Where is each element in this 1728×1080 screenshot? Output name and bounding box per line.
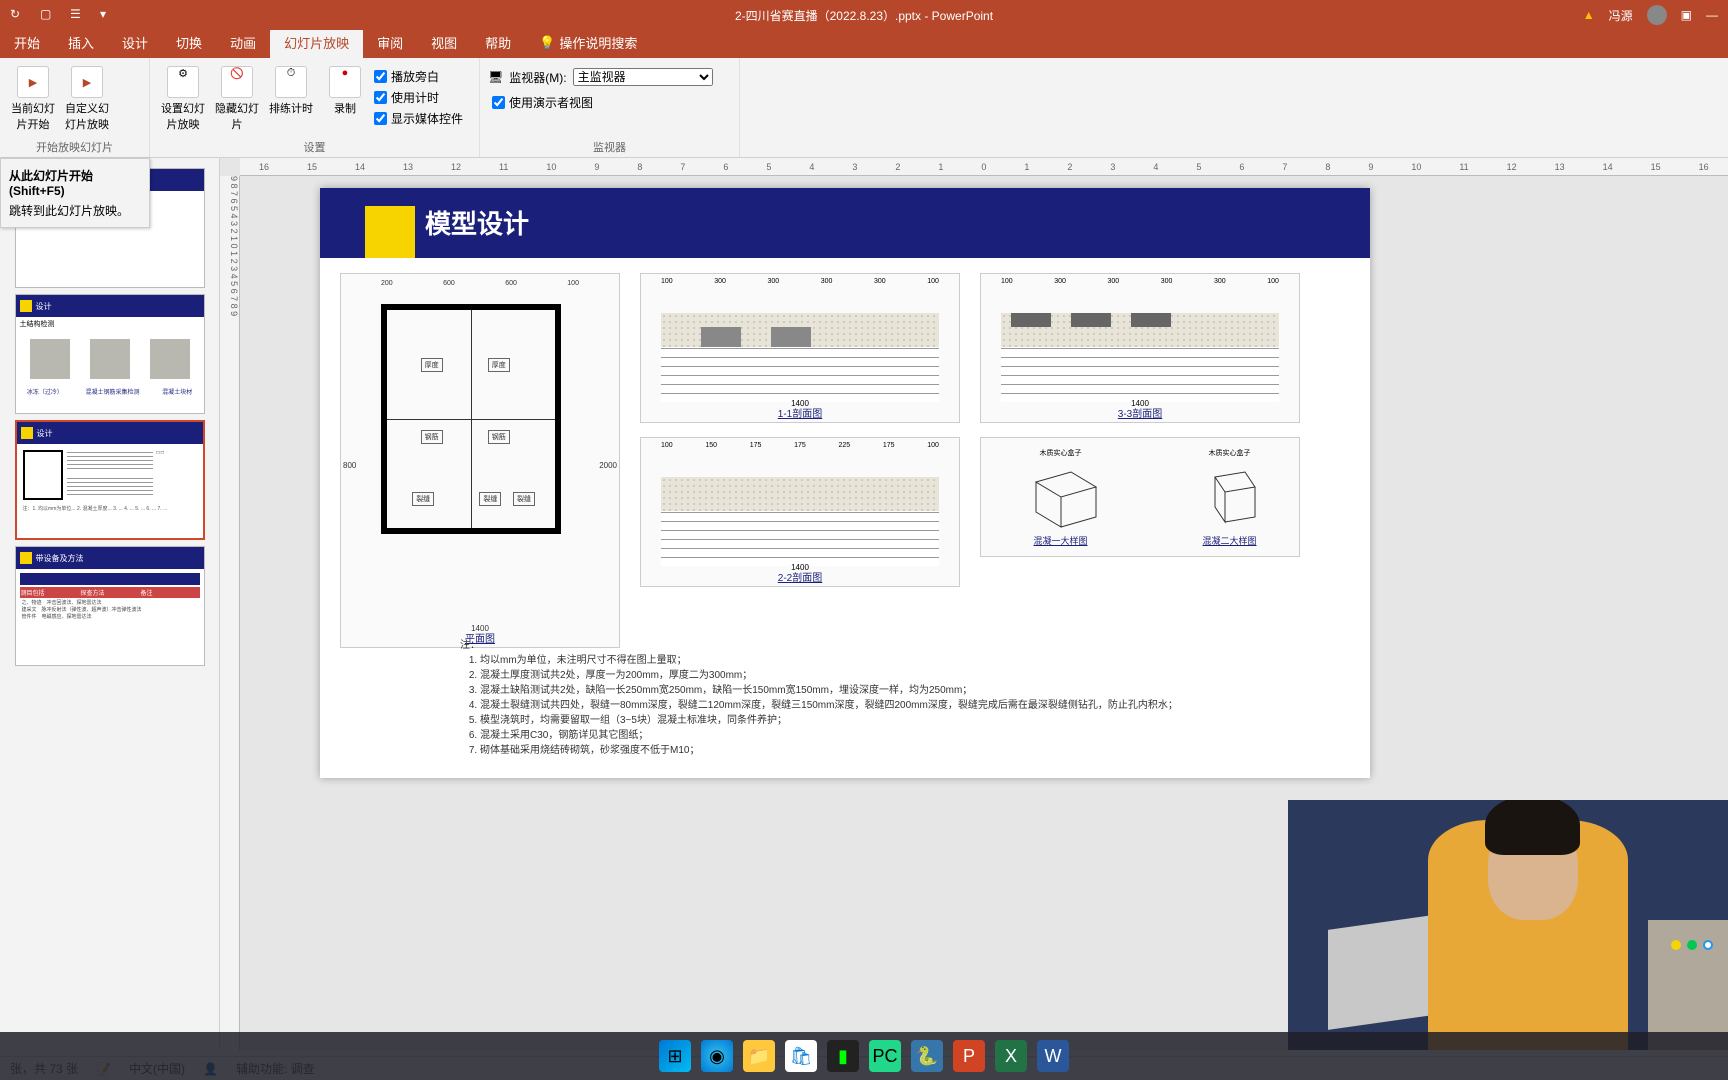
tab-slideshow[interactable]: 幻灯片放映 xyxy=(270,27,363,58)
python-icon[interactable]: 🐍 xyxy=(911,1040,943,1072)
presenter-view-checkbox[interactable]: 使用演示者视图 xyxy=(488,94,731,111)
cube-details: 木质实心盒子 混凝一大样图 木质实心盒子 混凝二大样图 xyxy=(980,437,1300,557)
group-start-label: 开始放映幻灯片 xyxy=(0,139,149,155)
accent-square xyxy=(365,206,415,258)
plan-view-diagram: 200600600100 厚度 厚度 钢筋 钢筋 裂缝 裂缝 裂缝 平面图 xyxy=(340,273,620,648)
tooltip-body: 跳转到此幻灯片放映。 xyxy=(9,202,141,219)
slide-thumb[interactable]: 设计 土结构检测 冰冻（过冷）混凝土钢筋采集检测混凝土块材 xyxy=(15,294,205,414)
lightbulb-icon: 💡 xyxy=(539,35,555,51)
slide-thumb-active[interactable]: 设计 □ □ 注：1. 均以mm为单位... 2. 混凝土厚度... 3. ..… xyxy=(15,420,205,540)
windows-taskbar[interactable]: ⊞ ◉ 📁 🛍 ▮ PC 🐍 P X W xyxy=(0,1032,1728,1080)
monitor-icon: 🖥 xyxy=(488,70,503,84)
tooltip-title: 从此幻灯片开始 (Shift+F5) xyxy=(9,167,141,198)
username-label: 冯源 xyxy=(1609,7,1633,24)
from-current-slide-button[interactable]: ▶ 当前幻灯片开始 xyxy=(8,62,58,140)
touch-icon[interactable]: ☰ xyxy=(70,7,86,23)
edge-icon[interactable]: ◉ xyxy=(701,1040,733,1072)
slide-title-bar: 模型设计 xyxy=(320,188,1370,258)
monitor-select[interactable]: 主监视器 xyxy=(573,68,713,86)
section-2-diagram: 100150175175225175100 1400 2-2剖面图 xyxy=(640,437,960,587)
monitor-label: 监视器(M): xyxy=(509,69,566,86)
word-icon[interactable]: W xyxy=(1037,1040,1069,1072)
qat-dropdown-icon[interactable]: ▾ xyxy=(100,7,116,23)
rehearse-timings-button[interactable]: ⏱ 排练计时 xyxy=(266,62,316,140)
slide-title: 模型设计 xyxy=(425,204,529,241)
tab-tellme[interactable]: 💡 操作说明搜索 xyxy=(525,27,651,58)
tab-animations[interactable]: 动画 xyxy=(216,27,270,58)
ribbon-content: ▶ 当前幻灯片开始 ▶ 自定义幻灯片放映 开始放映幻灯片 ⚙ 设置幻灯片放映 🚫… xyxy=(0,58,1728,158)
clock-icon: ⏱ xyxy=(275,66,307,98)
setup-icon: ⚙ xyxy=(167,66,199,98)
show-media-checkbox[interactable]: 显示媒体控件 xyxy=(374,110,463,127)
record-button[interactable]: ● 录制 xyxy=(320,62,370,140)
presenter-hair xyxy=(1485,800,1580,855)
ribbon-display-icon[interactable]: ▣ xyxy=(1681,8,1692,22)
tab-help[interactable]: 帮助 xyxy=(471,27,525,58)
section-3-diagram: 100300300300300100 1400 3-3剖面图 xyxy=(980,273,1300,423)
hide-icon: 🚫 xyxy=(221,66,253,98)
custom-slideshow-button[interactable]: ▶ 自定义幻灯片放映 xyxy=(62,62,112,140)
ribbon-tabs: 开始 插入 设计 切换 动画 幻灯片放映 审阅 视图 帮助 💡 操作说明搜索 xyxy=(0,30,1728,58)
tab-insert[interactable]: 插入 xyxy=(54,27,108,58)
record-icon: ● xyxy=(329,66,361,98)
presenter-icon[interactable]: ▢ xyxy=(40,7,56,23)
group-setup-label: 设置 xyxy=(150,139,479,155)
pycharm-icon[interactable]: PC xyxy=(869,1040,901,1072)
webcam-overlay xyxy=(1288,800,1728,1050)
autosave-icon[interactable]: ↻ xyxy=(10,7,26,23)
group-monitor-label: 监视器 xyxy=(480,139,739,155)
custom-show-icon: ▶ xyxy=(71,66,103,98)
start-menu-icon[interactable]: ⊞ xyxy=(659,1040,691,1072)
slide-canvas[interactable]: 模型设计 200600600100 厚度 厚度 钢筋 钢筋 裂缝 xyxy=(320,188,1370,778)
use-timings-checkbox[interactable]: 使用计时 xyxy=(374,89,463,106)
warning-icon: ▲ xyxy=(1583,8,1595,22)
horizontal-ruler: 1615141312111098765432101234567891011121… xyxy=(240,158,1728,176)
tab-design[interactable]: 设计 xyxy=(108,27,162,58)
tab-transitions[interactable]: 切换 xyxy=(162,27,216,58)
slide-thumbnail-panel[interactable]: 完成 (80%) 负责人均：20分 常在规定时间完成比赛 参赛风险：2分 设计 … xyxy=(0,158,220,1050)
play-current-icon: ▶ xyxy=(17,66,49,98)
minimize-button[interactable]: — xyxy=(1706,8,1718,22)
hide-slide-button[interactable]: 🚫 隐藏幻灯片 xyxy=(212,62,262,140)
tab-view[interactable]: 视图 xyxy=(417,27,471,58)
terminal-icon[interactable]: ▮ xyxy=(827,1040,859,1072)
user-avatar-icon[interactable] xyxy=(1647,5,1667,25)
status-dots xyxy=(1671,940,1713,950)
slide-thumb[interactable]: 带设备及方法 测目包括 探查方法 备注 之、物迹 冲击回波法、探地雷达法 建采文… xyxy=(15,546,205,666)
title-bar: ↻ ▢ ☰ ▾ 2-四川省赛直播（2022.8.23）.pptx - Power… xyxy=(0,0,1728,30)
play-narration-checkbox[interactable]: 播放旁白 xyxy=(374,68,463,85)
excel-icon[interactable]: X xyxy=(995,1040,1027,1072)
vertical-ruler: 9 8 7 6 5 4 3 2 1 0 1 2 3 4 5 6 7 8 9 xyxy=(220,176,240,1050)
section-1-diagram: 100300300300300100 1400 1-1剖面图 xyxy=(640,273,960,423)
tab-home[interactable]: 开始 xyxy=(0,27,54,58)
setup-slideshow-button[interactable]: ⚙ 设置幻灯片放映 xyxy=(158,62,208,140)
tooltip-popup: 从此幻灯片开始 (Shift+F5) 跳转到此幻灯片放映。 xyxy=(0,158,150,228)
store-icon[interactable]: 🛍 xyxy=(785,1040,817,1072)
powerpoint-icon[interactable]: P xyxy=(953,1040,985,1072)
tab-review[interactable]: 审阅 xyxy=(363,27,417,58)
quick-access-toolbar: ↻ ▢ ☰ ▾ xyxy=(0,7,116,23)
explorer-icon[interactable]: 📁 xyxy=(743,1040,775,1072)
diagram-area: 200600600100 厚度 厚度 钢筋 钢筋 裂缝 裂缝 裂缝 平面图 xyxy=(340,273,1350,648)
notes-text: 注： 均以mm为单位，未注明尺寸不得在图上量取；混凝土厚度测试共2处，厚度一为2… xyxy=(460,638,1320,758)
document-title: 2-四川省赛直播（2022.8.23）.pptx - PowerPoint xyxy=(735,7,993,24)
